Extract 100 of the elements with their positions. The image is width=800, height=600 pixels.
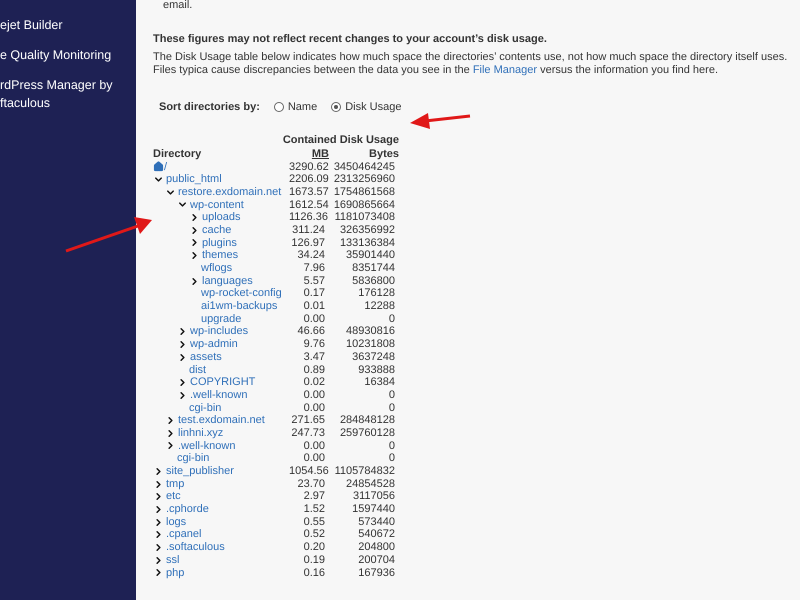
table-cell-text: 8351744 — [351, 262, 395, 275]
directory-link[interactable]: wp-rocket-config — [201, 287, 282, 300]
directory-link[interactable]: wflogs — [201, 262, 232, 275]
directory-link[interactable]: cgi-bin — [189, 402, 222, 414]
directory-link[interactable]: dist — [189, 364, 206, 376]
table-cell-text: 46.66 — [296, 325, 325, 338]
table-cell-text: 10231808 — [345, 338, 395, 351]
table-cell-text: 1597440 — [351, 503, 395, 516]
home-icon[interactable] — [153, 161, 164, 172]
table-cell-text: 9.76 — [302, 338, 325, 351]
directory-link[interactable]: languages — [202, 274, 253, 288]
directory-link[interactable]: plugins — [202, 236, 237, 250]
table-cell-text: 573440 — [357, 516, 395, 528]
table-cell-text: 0.16 — [302, 566, 325, 580]
table-cell-text: 284848128 — [338, 414, 395, 427]
table-cell-text: 0.00 — [302, 312, 325, 326]
directory-link[interactable]: ai1wm-backups — [201, 300, 278, 313]
table-cell-text: 0.02 — [302, 376, 325, 389]
directory-link[interactable]: wp-includes — [190, 325, 248, 338]
directory-link[interactable]: .softaculous — [166, 541, 225, 554]
table-cell-text: 0.00 — [302, 452, 325, 466]
table-cell-text: 0 — [388, 402, 395, 414]
table-cell-text: 3117056 — [352, 490, 395, 504]
table-cell-text: 540672 — [357, 528, 395, 542]
table-cell-text: 0.20 — [302, 541, 325, 554]
directory-link[interactable]: php — [166, 566, 184, 580]
table-cell-text: 0.00 — [302, 402, 325, 414]
table-cell-text: 204800 — [357, 541, 395, 554]
description-text: email. — [163, 0, 194, 11]
table-cell-text: 7.96 — [302, 262, 325, 275]
directory-link[interactable]: .cphorde — [166, 503, 209, 516]
file-manager-link[interactable]: File Manager — [472, 64, 538, 76]
directory-link[interactable]: site_publisher — [166, 465, 234, 478]
table-cell-text: 12288 — [363, 300, 395, 313]
table-cell-text: 0.52 — [302, 528, 325, 542]
table-cell: 1126.36 — [289, 211, 325, 224]
table-cell-text: 0.00 — [302, 440, 325, 452]
table-cell-text: 0.89 — [302, 364, 325, 376]
directory-link[interactable]: .well-known — [190, 388, 248, 402]
sort-radio[interactable]: Name — [274, 99, 318, 116]
sort-radio[interactable]: Disk Usage — [331, 99, 402, 116]
column-header: Contained Disk Usage — [282, 132, 399, 146]
arrow-annotation — [410, 113, 470, 129]
directory-link[interactable]: cache — [202, 224, 232, 237]
column-header: Directory — [153, 146, 202, 160]
directory-link[interactable]: upgrade — [201, 312, 242, 326]
table-cell-text: 3637248 — [351, 350, 395, 364]
table-cell-text: 1181073408 — [334, 211, 395, 224]
sort-label: Sort directories by: — [159, 100, 260, 115]
directory-link[interactable]: test.exdomain.net — [178, 414, 265, 427]
table-cell-text: 176128 — [357, 287, 395, 300]
column-header: Bytes — [368, 146, 399, 160]
table-cell-text: 0 — [388, 440, 395, 452]
directory-link[interactable]: .cpanel — [166, 528, 202, 542]
table-cell-text: 0.55 — [302, 516, 325, 528]
directory-link[interactable]: / — [164, 160, 168, 174]
table-cell-text: 247.73 — [290, 426, 325, 440]
table-cell-text: 0.00 — [302, 388, 325, 402]
table-cell-text: 23.70 — [296, 478, 325, 490]
sidebar-item[interactable]: e Quality Monitoring — [0, 46, 136, 64]
directory-link[interactable]: logs — [166, 516, 186, 528]
directory-link[interactable]: linhni.xyz — [178, 426, 224, 440]
table-cell-text: 0.01 — [302, 300, 325, 313]
table-cell-text: 5836800 — [351, 274, 395, 288]
table-cell-text: 200704 — [357, 554, 395, 567]
directory-link[interactable]: COPYRIGHT — [190, 376, 256, 389]
directory-link[interactable]: assets — [190, 350, 222, 364]
table-cell-text: 34.24 — [296, 249, 325, 262]
table-cell-text: 0.19 — [302, 554, 325, 567]
table-cell-text: 0 — [388, 312, 395, 326]
directory-link[interactable]: tmp — [166, 478, 184, 490]
table-cell-text: 48930816 — [345, 325, 395, 338]
directory-link[interactable]: themes — [202, 249, 238, 262]
directory-link[interactable]: wp-admin — [190, 338, 238, 351]
directory-link[interactable]: uploads — [202, 211, 241, 224]
sidebar-item[interactable]: rdPress Manager by ftaculous — [0, 76, 136, 112]
table-cell-text: 0 — [388, 452, 395, 466]
notice-title: These figures may not reflect recent changes to your account’s disk usage. — [153, 32, 548, 46]
table-cell-text: 133136384 — [338, 236, 395, 250]
table-cell-text: 35901440 — [345, 249, 395, 262]
table-cell-text: 3.47 — [302, 350, 325, 364]
table-cell-text: 2.97 — [302, 490, 325, 504]
directory-link[interactable]: ssl — [166, 554, 180, 567]
directory-link[interactable]: etc — [166, 490, 181, 504]
sidebar-item[interactable]: ejet Builder — [0, 16, 136, 34]
table-cell-text: 0 — [388, 388, 395, 402]
notice-text: The Disk Usage table below indicates how much space the directories’ contents use, not how much space the directory itself uses. Files typica cause discrepancies between the data you see in the File Manager versus the information you find here. — [153, 51, 788, 77]
directory-link[interactable]: public_html — [166, 173, 222, 186]
directory-link[interactable]: cgi-bin — [177, 452, 210, 466]
table-cell-text: 311.24 — [291, 224, 325, 237]
table-cell-text: 5.57 — [302, 274, 325, 288]
table-cell-text: 24854528 — [345, 478, 395, 490]
directory-link[interactable]: wp-content — [190, 198, 244, 212]
table-cell-text: 326356992 — [338, 224, 395, 237]
directory-link[interactable]: .well-known — [178, 440, 236, 452]
table-cell-text: 167936 — [357, 566, 395, 580]
directory-link[interactable]: restore.exdomain.net — [178, 186, 282, 199]
table-cell-text: 1.52 — [302, 503, 325, 516]
table-cell-text: 126.97 — [290, 236, 325, 250]
column-header[interactable]: MB — [293, 146, 329, 160]
